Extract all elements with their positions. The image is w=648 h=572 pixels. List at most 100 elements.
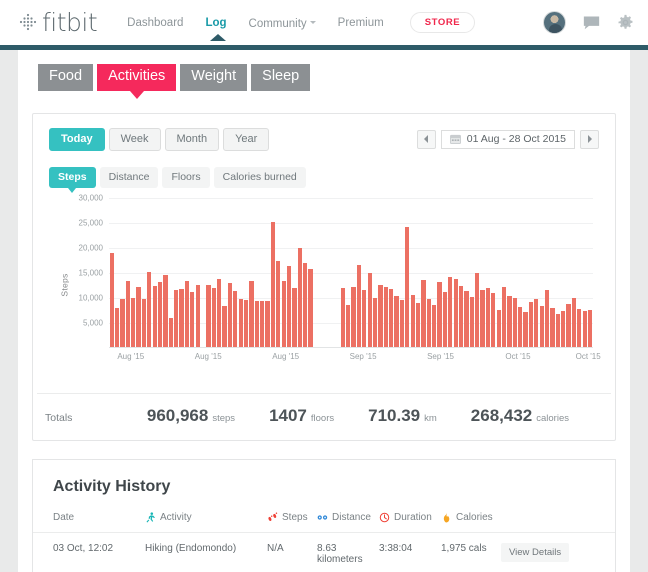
chart-bar[interactable] bbox=[152, 286, 157, 347]
chart-bar[interactable] bbox=[254, 301, 259, 347]
range-pill-today[interactable]: Today bbox=[49, 127, 105, 151]
range-pill-month[interactable]: Month bbox=[164, 127, 220, 151]
date-next-button[interactable] bbox=[580, 129, 599, 149]
chart-bar[interactable] bbox=[286, 266, 292, 347]
chart-bar[interactable] bbox=[512, 298, 517, 347]
chart-bar[interactable] bbox=[399, 299, 405, 347]
chart-bar[interactable] bbox=[458, 286, 464, 347]
metric-tab-calories-burned[interactable]: Calories burned bbox=[213, 166, 306, 188]
avatar[interactable] bbox=[543, 11, 566, 34]
chart-bar[interactable] bbox=[383, 287, 388, 347]
nav-link-community[interactable]: Community bbox=[249, 18, 307, 30]
chart-bar[interactable] bbox=[544, 290, 550, 347]
chart-bar[interactable] bbox=[141, 298, 147, 347]
chart-bar[interactable] bbox=[270, 222, 276, 347]
chart-bar[interactable] bbox=[125, 280, 130, 347]
chart-bar[interactable] bbox=[109, 252, 114, 347]
chart-bar[interactable] bbox=[265, 301, 270, 347]
chart-bar[interactable] bbox=[292, 288, 297, 347]
chart-bar[interactable] bbox=[308, 268, 313, 347]
view-details-button[interactable]: View Details bbox=[501, 542, 570, 562]
chart-bar[interactable] bbox=[534, 298, 539, 347]
chart-bar[interactable] bbox=[432, 304, 437, 347]
chart-bar[interactable] bbox=[190, 292, 195, 347]
range-pill-year[interactable]: Year bbox=[223, 127, 270, 151]
chart-bar[interactable] bbox=[485, 287, 491, 347]
date-range-field[interactable]: 01 Aug - 28 Oct 2015 bbox=[440, 129, 575, 149]
chart-bar[interactable] bbox=[297, 247, 302, 347]
chart-bar[interactable] bbox=[550, 308, 555, 347]
nav-link-premium[interactable]: Premium bbox=[338, 17, 384, 29]
chart-bar[interactable] bbox=[501, 287, 507, 347]
chart-bar[interactable] bbox=[136, 287, 141, 347]
nav-link-dashboard[interactable]: Dashboard bbox=[127, 17, 183, 29]
chart-bar[interactable] bbox=[222, 305, 227, 347]
chart-bar[interactable] bbox=[437, 282, 442, 347]
chart-bar[interactable] bbox=[480, 289, 485, 347]
chart-bar[interactable] bbox=[571, 298, 577, 347]
chart-bar[interactable] bbox=[281, 281, 286, 347]
chart-bar[interactable] bbox=[114, 307, 120, 347]
chart-bar[interactable] bbox=[491, 293, 496, 347]
metric-tab-distance[interactable]: Distance bbox=[99, 166, 159, 188]
chart-bar[interactable] bbox=[518, 307, 523, 347]
chart-bar[interactable] bbox=[496, 309, 501, 347]
chart-bar[interactable] bbox=[340, 288, 345, 347]
chart-bar[interactable] bbox=[351, 287, 356, 347]
tab-weight[interactable]: Weight bbox=[180, 64, 248, 91]
fitbit-logo[interactable]: fitbit bbox=[18, 8, 98, 37]
chart-bar[interactable] bbox=[453, 279, 458, 347]
chart-bar[interactable] bbox=[346, 304, 351, 347]
chart-bar[interactable] bbox=[582, 311, 587, 347]
chart-bar[interactable] bbox=[184, 281, 190, 347]
chart-bar[interactable] bbox=[587, 310, 593, 347]
chart-bar[interactable] bbox=[405, 227, 410, 347]
nav-link-community-wrap[interactable]: Community bbox=[249, 14, 316, 32]
store-button[interactable]: STORE bbox=[409, 12, 476, 33]
chart-bar[interactable] bbox=[206, 285, 211, 347]
chart-bar[interactable] bbox=[367, 272, 372, 347]
chart-bar[interactable] bbox=[276, 260, 281, 347]
chart-bar[interactable] bbox=[303, 263, 308, 347]
chart-bar[interactable] bbox=[469, 297, 474, 347]
chart-bar[interactable] bbox=[389, 289, 394, 347]
chat-bubble-icon[interactable] bbox=[583, 14, 600, 31]
chart-bar[interactable] bbox=[356, 264, 362, 347]
chart-bar[interactable] bbox=[528, 302, 534, 347]
nav-link-log[interactable]: Log bbox=[205, 17, 226, 29]
chart-bar[interactable] bbox=[260, 300, 265, 347]
chart-bar[interactable] bbox=[147, 271, 152, 347]
date-prev-button[interactable] bbox=[416, 129, 436, 149]
chart-bar[interactable] bbox=[179, 288, 184, 347]
chart-bar[interactable] bbox=[523, 312, 528, 347]
chart-bar[interactable] bbox=[195, 284, 200, 347]
chart-bar[interactable] bbox=[362, 290, 367, 347]
chart-bar[interactable] bbox=[561, 310, 566, 347]
chart-bar[interactable] bbox=[464, 290, 469, 347]
chart-bar[interactable] bbox=[442, 291, 448, 347]
chart-bar[interactable] bbox=[372, 297, 378, 347]
chart-bar[interactable] bbox=[566, 304, 571, 347]
chart-bar[interactable] bbox=[378, 284, 383, 347]
chart-bar[interactable] bbox=[217, 279, 222, 347]
chart-bar[interactable] bbox=[394, 296, 399, 347]
chart-bar[interactable] bbox=[507, 296, 512, 347]
chart-bar[interactable] bbox=[238, 299, 243, 347]
chart-bar[interactable] bbox=[475, 273, 480, 347]
chart-bar[interactable] bbox=[577, 308, 582, 347]
tab-sleep[interactable]: Sleep bbox=[251, 64, 311, 91]
chart-bar[interactable] bbox=[539, 306, 544, 347]
chart-bar[interactable] bbox=[243, 300, 249, 347]
chart-bar[interactable] bbox=[448, 276, 453, 347]
chart-bar[interactable] bbox=[233, 291, 238, 347]
chart-bar[interactable] bbox=[174, 289, 179, 347]
chart-bar[interactable] bbox=[227, 282, 233, 347]
metric-tab-steps[interactable]: Steps bbox=[49, 166, 96, 193]
chart-bar[interactable] bbox=[168, 318, 173, 347]
chart-bar[interactable] bbox=[410, 294, 415, 347]
chart-bar[interactable] bbox=[211, 288, 216, 347]
metric-tab-floors[interactable]: Floors bbox=[162, 166, 210, 188]
chart-bar[interactable] bbox=[421, 280, 426, 347]
gear-icon[interactable] bbox=[617, 14, 634, 31]
chart-bar[interactable] bbox=[157, 281, 163, 347]
